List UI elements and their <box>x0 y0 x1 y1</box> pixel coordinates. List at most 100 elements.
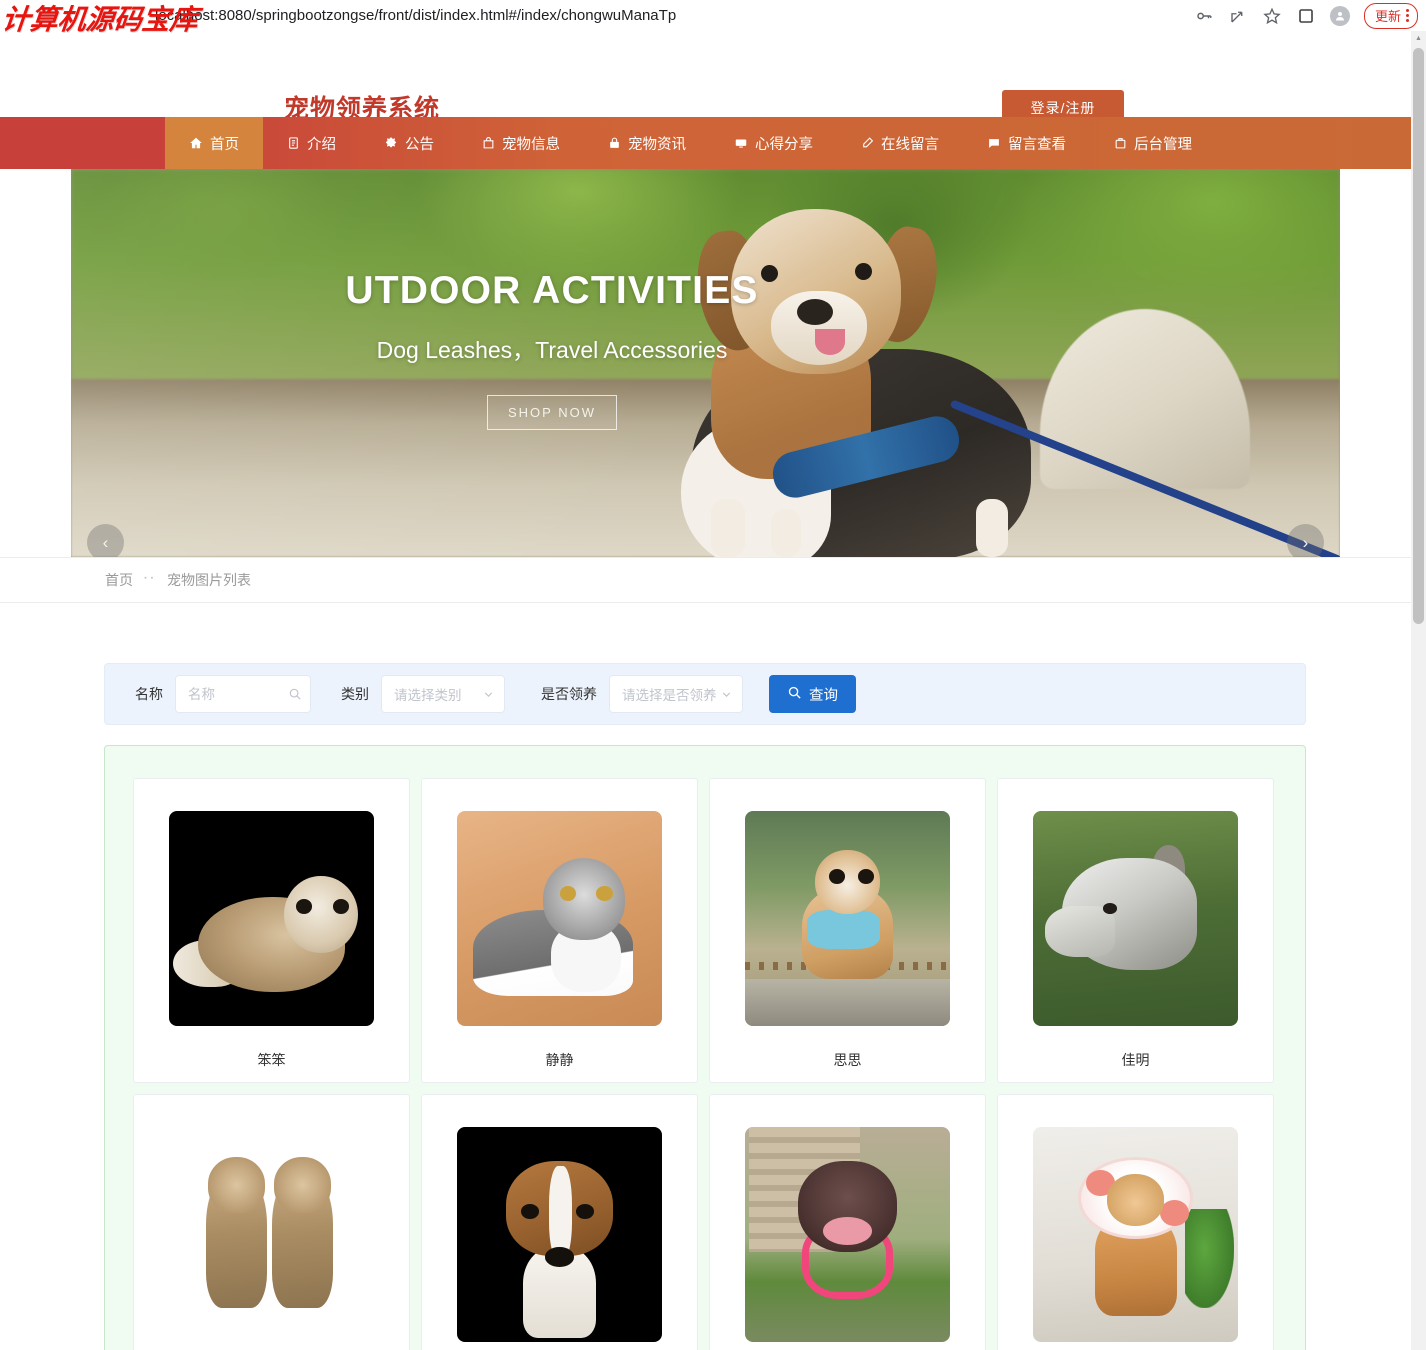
nav-item-intro[interactable]: 介绍 <box>263 117 360 169</box>
nav-label: 留言查看 <box>1008 136 1066 153</box>
breadcrumb-current: 宠物图片列表 <box>167 572 252 588</box>
chat-icon <box>987 137 1001 150</box>
pet-card[interactable] <box>133 1094 410 1350</box>
pet-name: 笨笨 <box>257 1052 286 1068</box>
search-filter-panel: 名称 类别 请选择类别 是否领养 请选择是否领养 <box>104 663 1306 725</box>
carousel-dot-2[interactable] <box>693 574 702 583</box>
search-input-wrapper <box>175 675 311 713</box>
pet-card[interactable]: 思思 <box>709 778 986 1083</box>
shop-now-button[interactable]: SHOP NOW <box>487 395 617 430</box>
announce-icon <box>384 136 398 150</box>
key-icon[interactable] <box>1194 6 1214 26</box>
site-header: 宠物领养系统 登录/注册 <box>0 31 1411 126</box>
pet-cards-grid: 笨笨 静静 思思 佳明 <box>133 778 1277 1350</box>
carousel-dot-1[interactable] <box>672 574 681 583</box>
main-navigation: 首页 介绍 公告 宠物信息 宠物资讯 心得分享 在线留言 留言查看 后台管理 <box>0 117 1411 169</box>
pen-icon <box>861 136 874 150</box>
pet-photo <box>1033 811 1238 1026</box>
query-button[interactable]: 查询 <box>769 675 856 713</box>
pet-card[interactable]: 静静 <box>421 778 698 1083</box>
category-field-label: 类别 <box>341 686 369 702</box>
banner-right-margin <box>1340 169 1411 557</box>
carousel-next-arrow[interactable]: › <box>1287 524 1324 557</box>
carousel-dot-3[interactable] <box>714 574 723 583</box>
banner-left-margin <box>0 169 71 557</box>
adopted-field-label: 是否领养 <box>541 686 597 702</box>
web-page: 宠物领养系统 登录/注册 首页 介绍 公告 宠物信息 宠物资讯 心得分享 在线留… <box>0 31 1411 1350</box>
share-icon[interactable] <box>1228 6 1248 26</box>
nav-item-announce[interactable]: 公告 <box>360 117 458 169</box>
monitor-icon <box>734 136 748 150</box>
nav-label: 宠物信息 <box>502 136 560 153</box>
pet-photo <box>1033 1127 1238 1342</box>
pet-card[interactable]: 笨笨 <box>133 778 410 1083</box>
update-button[interactable]: 更新 <box>1363 2 1418 29</box>
banner-text-block: UTDOOR ACTIVITIES Dog Leashes，Travel Acc… <box>272 269 832 430</box>
scrollbar-thumb[interactable] <box>1413 48 1424 624</box>
pet-photo <box>169 1127 374 1342</box>
carousel-dot-4[interactable] <box>735 574 744 583</box>
pet-card[interactable] <box>709 1094 986 1350</box>
nav-item-home[interactable]: 首页 <box>165 117 263 169</box>
search-icon <box>787 685 802 704</box>
url-text: localhost:8080/springbootzongse/front/di… <box>155 7 677 24</box>
nav-item-share[interactable]: 心得分享 <box>710 117 837 169</box>
pet-photo <box>169 811 374 1026</box>
bookmark-star-icon[interactable] <box>1262 6 1282 26</box>
breadcrumb: 首页 ： 宠物图片列表 <box>105 570 251 590</box>
carousel-dots[interactable] <box>672 574 744 583</box>
nav-label: 公告 <box>405 136 434 153</box>
bag-icon <box>482 136 495 150</box>
nav-label: 在线留言 <box>881 136 939 153</box>
nav-label: 后台管理 <box>1134 136 1192 153</box>
category-select[interactable]: 请选择类别 <box>381 675 505 713</box>
lock-icon <box>608 136 621 150</box>
nav-item-message-view[interactable]: 留言查看 <box>963 117 1090 169</box>
chevron-down-icon <box>482 688 495 701</box>
scrollbar-up-arrow[interactable]: ▲ <box>1411 31 1426 46</box>
pet-photo <box>457 1127 662 1342</box>
category-select-value: 请选择类别 <box>394 688 462 703</box>
pet-card[interactable]: 佳明 <box>997 778 1274 1083</box>
update-label: 更新 <box>1374 8 1401 24</box>
nav-item-online-message[interactable]: 在线留言 <box>837 117 963 169</box>
browser-toolbar: localhost:8080/springbootzongse/front/di… <box>0 0 1426 36</box>
pet-name: 静静 <box>545 1052 574 1068</box>
hero-carousel: UTDOOR ACTIVITIES Dog Leashes，Travel Acc… <box>0 169 1411 557</box>
pet-photo <box>457 811 662 1026</box>
nav-label: 心得分享 <box>755 136 813 153</box>
nav-label: 介绍 <box>307 136 336 153</box>
nav-item-pet-info[interactable]: 宠物信息 <box>458 117 584 169</box>
name-search-input[interactable] <box>175 675 311 713</box>
shop-icon <box>1114 136 1127 150</box>
profile-avatar-icon[interactable] <box>1329 5 1350 26</box>
document-icon <box>287 136 300 150</box>
breadcrumb-home-link[interactable]: 首页 <box>105 570 133 590</box>
browser-action-icons: 更新 <box>1194 0 1418 31</box>
pet-photo <box>745 1127 950 1342</box>
nav-item-admin[interactable]: 后台管理 <box>1090 117 1216 169</box>
nav-label: 宠物资讯 <box>628 136 686 153</box>
kebab-menu-icon[interactable] <box>1406 8 1409 22</box>
nav-left-spacer <box>0 117 165 169</box>
banner-title: UTDOOR ACTIVITIES <box>345 269 759 312</box>
pet-card[interactable] <box>997 1094 1274 1350</box>
breadcrumb-separator: ： <box>141 573 157 587</box>
name-field-label: 名称 <box>135 686 163 702</box>
sidebar-icon[interactable] <box>1296 6 1316 26</box>
page-scrollbar[interactable]: ▲ <box>1411 31 1426 1350</box>
nav-item-pet-news[interactable]: 宠物资讯 <box>584 117 710 169</box>
pet-name: 佳明 <box>1121 1052 1150 1068</box>
pet-card[interactable] <box>421 1094 698 1350</box>
pet-photo <box>745 811 950 1026</box>
query-button-label: 查询 <box>809 687 838 704</box>
carousel-prev-arrow[interactable]: ‹ <box>87 524 124 557</box>
adopted-select-value: 请选择是否领养 <box>622 688 717 703</box>
banner-subtitle: Dog Leashes，Travel Accessories <box>376 337 728 363</box>
adopted-select[interactable]: 请选择是否领养 <box>609 675 743 713</box>
watermark-text: 计算机源码宝库 <box>0 3 200 36</box>
home-icon <box>189 136 203 150</box>
nav-label: 首页 <box>210 136 239 153</box>
chevron-down-icon <box>720 688 733 701</box>
pet-name: 思思 <box>833 1052 862 1068</box>
